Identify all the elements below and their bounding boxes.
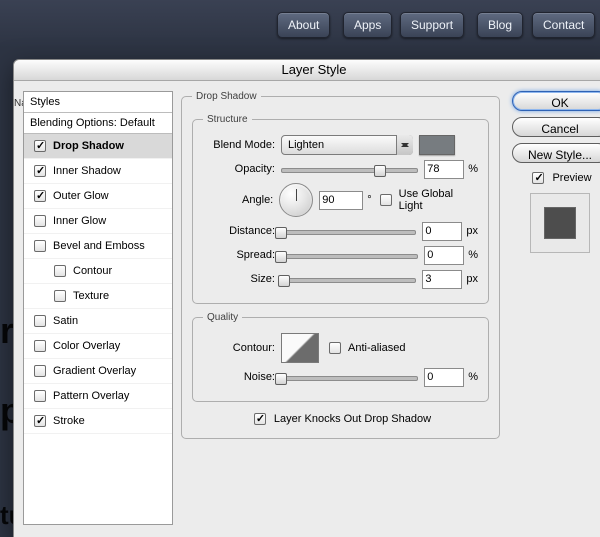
style-item-checkbox[interactable] bbox=[54, 265, 66, 277]
style-item-label: Gradient Overlay bbox=[53, 365, 136, 377]
drop-shadow-group: Drop Shadow Structure Blend Mode: Lighte… bbox=[181, 91, 500, 439]
style-item-label: Satin bbox=[53, 315, 78, 327]
style-item-label: Inner Shadow bbox=[53, 165, 121, 177]
contour-picker[interactable] bbox=[281, 333, 319, 363]
style-item-label: Inner Glow bbox=[53, 215, 106, 227]
spread-input[interactable] bbox=[424, 246, 464, 265]
dialog-buttons: OK Cancel New Style... Preview bbox=[512, 91, 600, 253]
style-item-checkbox[interactable] bbox=[34, 365, 46, 377]
opacity-slider[interactable] bbox=[281, 162, 418, 176]
layer-knocks-out-label: Layer Knocks Out Drop Shadow bbox=[274, 413, 431, 425]
layer-knocks-out-checkbox[interactable] bbox=[254, 413, 266, 425]
quality-legend: Quality bbox=[203, 312, 242, 323]
nav-support[interactable]: Support bbox=[400, 12, 464, 38]
style-item-texture[interactable]: Texture bbox=[24, 284, 172, 309]
blending-options-header[interactable]: Blending Options: Default bbox=[24, 113, 172, 134]
style-item-checkbox[interactable] bbox=[34, 190, 46, 202]
style-item-label: Contour bbox=[73, 265, 112, 277]
structure-legend: Structure bbox=[203, 114, 252, 125]
style-item-contour[interactable]: Contour bbox=[24, 259, 172, 284]
quality-group: Quality Contour: Anti-aliased Noise: % bbox=[192, 312, 489, 402]
angle-unit: ° bbox=[367, 194, 371, 206]
style-item-label: Bevel and Emboss bbox=[53, 240, 145, 252]
style-item-bevel-and-emboss[interactable]: Bevel and Emboss bbox=[24, 234, 172, 259]
style-item-label: Drop Shadow bbox=[53, 140, 124, 152]
new-style-button[interactable]: New Style... bbox=[512, 143, 600, 163]
style-item-drop-shadow[interactable]: Drop Shadow bbox=[24, 134, 172, 159]
angle-dial[interactable] bbox=[279, 183, 313, 217]
opacity-input[interactable] bbox=[424, 160, 464, 179]
nav-blog[interactable]: Blog bbox=[477, 12, 523, 38]
style-item-stroke[interactable]: Stroke bbox=[24, 409, 172, 434]
style-item-inner-glow[interactable]: Inner Glow bbox=[24, 209, 172, 234]
distance-label: Distance: bbox=[203, 225, 281, 237]
noise-input[interactable] bbox=[424, 368, 464, 387]
style-item-color-overlay[interactable]: Color Overlay bbox=[24, 334, 172, 359]
style-item-checkbox[interactable] bbox=[34, 415, 46, 427]
noise-unit: % bbox=[468, 371, 478, 383]
style-item-inner-shadow[interactable]: Inner Shadow bbox=[24, 159, 172, 184]
styles-list: Styles Blending Options: Default Drop Sh… bbox=[23, 91, 173, 525]
style-item-label: Pattern Overlay bbox=[53, 390, 129, 402]
style-item-checkbox[interactable] bbox=[34, 340, 46, 352]
distance-input[interactable] bbox=[422, 222, 462, 241]
style-item-label: Stroke bbox=[53, 415, 85, 427]
use-global-light-label: Use Global Light bbox=[399, 188, 478, 212]
spread-label: Spread: bbox=[203, 249, 281, 261]
style-item-satin[interactable]: Satin bbox=[24, 309, 172, 334]
structure-group: Structure Blend Mode: Lighten Opacity: % bbox=[192, 114, 489, 304]
use-global-light-checkbox[interactable] bbox=[380, 194, 392, 206]
noise-slider[interactable] bbox=[281, 370, 418, 384]
style-item-checkbox[interactable] bbox=[34, 390, 46, 402]
distance-slider[interactable] bbox=[281, 224, 416, 238]
blend-mode-label: Blend Mode: bbox=[203, 139, 281, 151]
spread-slider[interactable] bbox=[281, 248, 418, 262]
style-item-checkbox[interactable] bbox=[34, 165, 46, 177]
anti-aliased-checkbox[interactable] bbox=[329, 342, 341, 354]
contour-label: Contour: bbox=[203, 342, 281, 354]
styles-header[interactable]: Styles bbox=[24, 92, 172, 113]
size-unit: px bbox=[466, 273, 478, 285]
style-item-label: Color Overlay bbox=[53, 340, 120, 352]
preview-label: Preview bbox=[552, 172, 591, 184]
style-item-gradient-overlay[interactable]: Gradient Overlay bbox=[24, 359, 172, 384]
style-item-checkbox[interactable] bbox=[34, 240, 46, 252]
drop-shadow-legend: Drop Shadow bbox=[192, 91, 261, 102]
style-item-label: Texture bbox=[73, 290, 109, 302]
size-label: Size: bbox=[203, 273, 281, 285]
style-item-checkbox[interactable] bbox=[54, 290, 66, 302]
preview-swatch bbox=[544, 207, 576, 239]
layer-style-dialog: Layer Style Na Styles Blending Options: … bbox=[13, 59, 600, 537]
style-item-pattern-overlay[interactable]: Pattern Overlay bbox=[24, 384, 172, 409]
cancel-button[interactable]: Cancel bbox=[512, 117, 600, 137]
spread-unit: % bbox=[468, 249, 478, 261]
opacity-unit: % bbox=[468, 163, 478, 175]
shadow-color-swatch[interactable] bbox=[419, 135, 455, 155]
angle-input[interactable] bbox=[319, 191, 363, 210]
nav-contact[interactable]: Contact bbox=[532, 12, 595, 38]
size-input[interactable] bbox=[422, 270, 462, 289]
dialog-title: Layer Style bbox=[14, 60, 600, 81]
nav-apps[interactable]: Apps bbox=[343, 12, 392, 38]
ok-button[interactable]: OK bbox=[512, 91, 600, 111]
style-item-outer-glow[interactable]: Outer Glow bbox=[24, 184, 172, 209]
style-item-checkbox[interactable] bbox=[34, 215, 46, 227]
nav-about[interactable]: About bbox=[277, 12, 330, 38]
noise-label: Noise: bbox=[203, 371, 281, 383]
opacity-label: Opacity: bbox=[203, 163, 281, 175]
blend-mode-select[interactable]: Lighten bbox=[281, 135, 413, 155]
size-slider[interactable] bbox=[281, 272, 416, 286]
angle-label: Angle: bbox=[203, 194, 279, 206]
distance-unit: px bbox=[466, 225, 478, 237]
style-item-checkbox[interactable] bbox=[34, 315, 46, 327]
preview-checkbox[interactable] bbox=[532, 172, 544, 184]
anti-aliased-label: Anti-aliased bbox=[348, 342, 405, 354]
style-item-checkbox[interactable] bbox=[34, 140, 46, 152]
effect-settings: Drop Shadow Structure Blend Mode: Lighte… bbox=[181, 91, 500, 449]
style-item-label: Outer Glow bbox=[53, 190, 109, 202]
preview-box bbox=[530, 193, 590, 253]
